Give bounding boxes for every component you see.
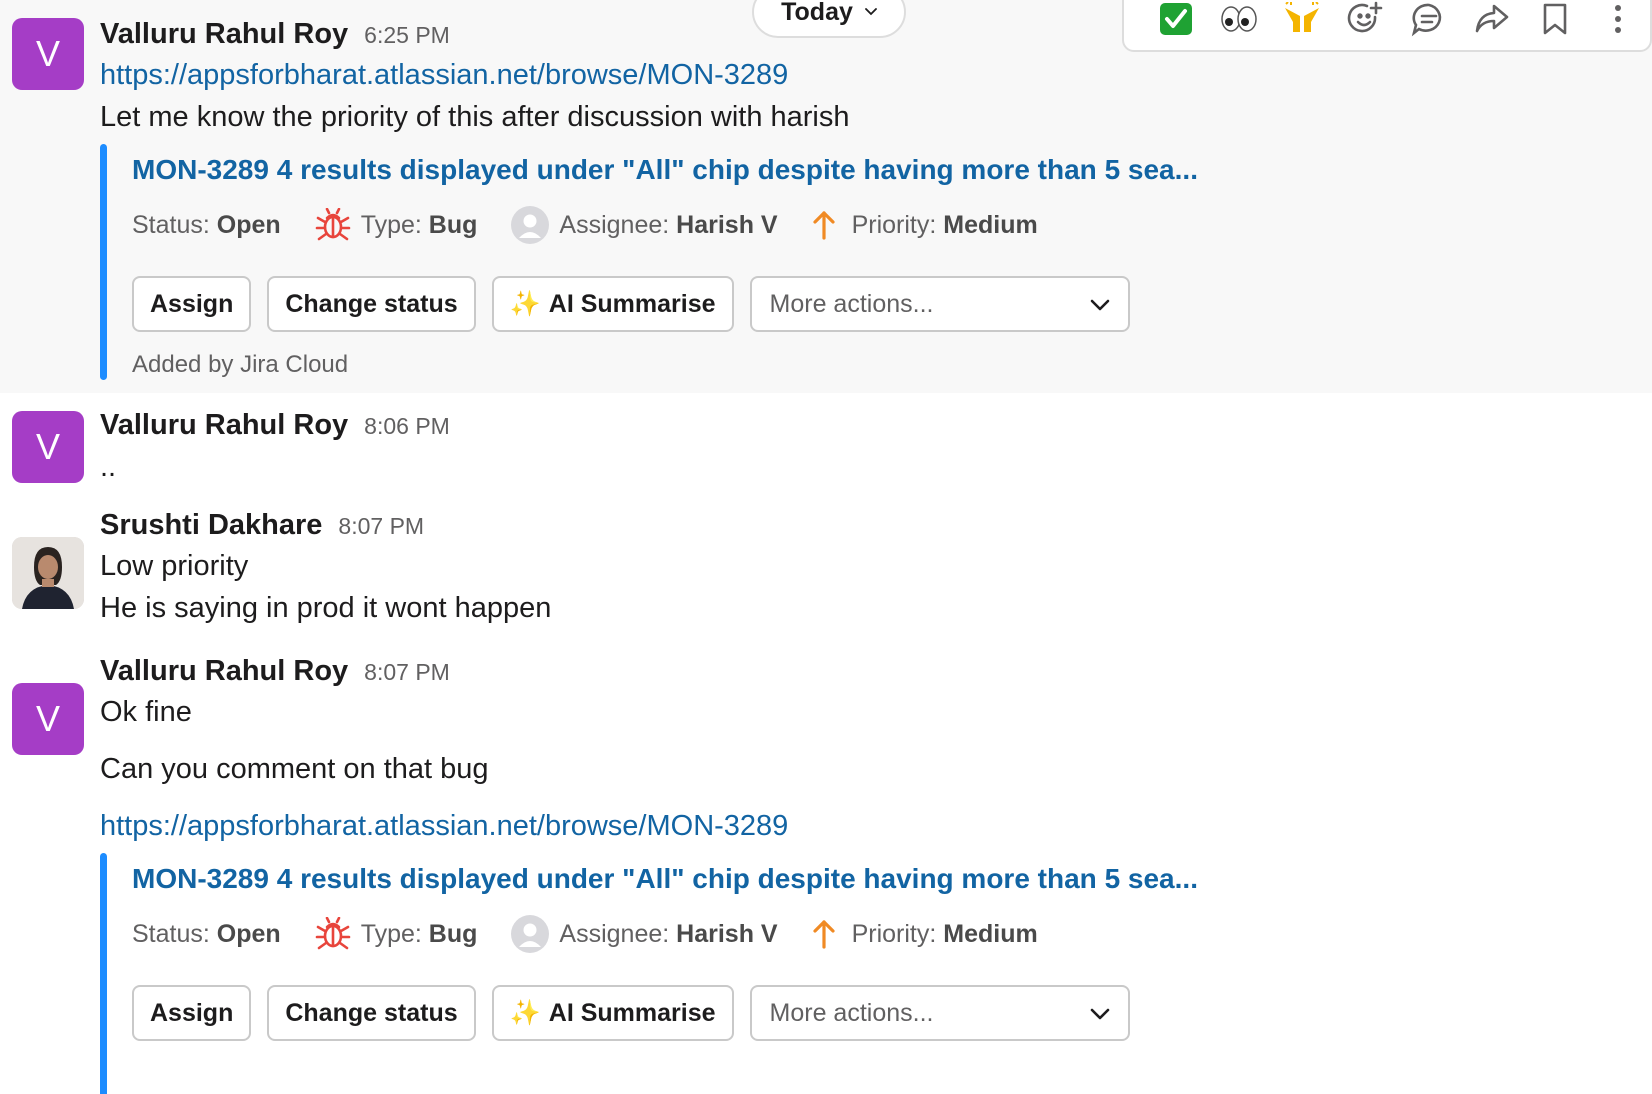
message-header: Srushti Dakhare 8:07 PM	[100, 509, 424, 542]
ai-summarise-button[interactable]: ✨ AI Summarise	[491, 985, 734, 1041]
issue-fields: Status: Open Type: Bug Assignee: Harish …	[132, 206, 1072, 244]
jira-link[interactable]: https://appsforbharat.atlassian.net/brow…	[100, 810, 788, 843]
card-accent-bar	[100, 144, 107, 380]
sparkles-icon: ✨	[509, 289, 541, 318]
timestamp[interactable]: 8:07 PM	[338, 513, 424, 540]
avatar[interactable]: V	[12, 18, 84, 90]
chevron-down-icon	[1090, 999, 1110, 1028]
chevron-down-icon	[864, 8, 877, 16]
ai-summarise-button[interactable]: ✨ AI Summarise	[491, 276, 734, 332]
assignee-label: Assignee:	[559, 919, 670, 948]
message-text: Let me know the priority of this after d…	[100, 101, 850, 133]
sender-name[interactable]: Valluru Rahul Roy	[100, 409, 348, 442]
status-value: Open	[216, 919, 281, 948]
priority-up-arrow-icon	[812, 918, 836, 950]
status-field: Status: Open	[132, 920, 281, 949]
message-text: Low priority	[100, 550, 249, 582]
message-3[interactable]: Srushti Dakhare 8:07 PM Low priority He …	[0, 497, 1652, 653]
type-label: Type:	[360, 919, 422, 948]
message-1[interactable]: V Valluru Rahul Roy 6:25 PM https://apps…	[0, 0, 1652, 393]
jira-issue-title[interactable]: MON-3289 4 results displayed under "All"…	[132, 154, 1198, 186]
priority-field: Priority: Medium	[812, 918, 1038, 950]
card-actions: Assign Change status ✨ AI Summarise More…	[132, 985, 1130, 1041]
message-header: Valluru Rahul Roy 8:07 PM	[100, 655, 450, 688]
message-text: He is saying in prod it wont happen	[100, 592, 552, 624]
assignee-value: Harish V	[676, 919, 778, 948]
ai-summarise-label: AI Summarise	[548, 289, 716, 318]
type-label: Type:	[360, 210, 422, 239]
sparkles-icon: ✨	[509, 998, 541, 1027]
message-text: Can you comment on that bug	[100, 753, 489, 785]
bug-icon	[315, 917, 351, 951]
sender-name[interactable]: Valluru Rahul Roy	[100, 18, 348, 51]
change-status-button[interactable]: Change status	[267, 985, 476, 1041]
status-field: Status: Open	[132, 211, 281, 240]
message-text: Ok fine	[100, 696, 192, 728]
sender-name[interactable]: Srushti Dakhare	[100, 509, 322, 542]
forward-icon[interactable]	[1460, 0, 1523, 44]
timestamp[interactable]: 8:07 PM	[364, 659, 450, 686]
type-value: Bug	[428, 210, 478, 239]
message-text: ..	[100, 451, 117, 483]
priority-label: Priority:	[851, 919, 937, 948]
assignee-value: Harish V	[676, 210, 778, 239]
chevron-down-icon	[1090, 290, 1110, 319]
status-label: Status:	[132, 919, 210, 948]
avatar[interactable]	[12, 537, 84, 609]
add-reaction-icon[interactable]	[1334, 0, 1397, 44]
date-divider-today[interactable]: Today	[752, 0, 906, 38]
assign-button[interactable]: Assign	[132, 276, 252, 332]
more-icon[interactable]	[1587, 0, 1650, 44]
user-avatar-icon	[511, 915, 550, 953]
priority-label: Priority:	[851, 210, 937, 239]
white-check-mark-icon[interactable]	[1144, 0, 1207, 44]
date-label: Today	[781, 0, 853, 26]
user-avatar-icon	[511, 206, 550, 244]
bookmark-icon[interactable]	[1524, 0, 1587, 44]
card-actions: Assign Change status ✨ AI Summarise More…	[132, 276, 1130, 332]
assignee-field: Assignee: Harish V	[511, 206, 778, 244]
assign-button[interactable]: Assign	[132, 985, 252, 1041]
bug-icon	[315, 208, 351, 242]
message-header: Valluru Rahul Roy 8:06 PM	[100, 409, 450, 442]
priority-value: Medium	[943, 210, 1038, 239]
timestamp[interactable]: 6:25 PM	[364, 22, 450, 49]
message-2[interactable]: V Valluru Rahul Roy 8:06 PM ..	[0, 393, 1652, 497]
reply-in-thread-icon[interactable]	[1397, 0, 1460, 44]
profile-photo-icon	[12, 537, 84, 609]
more-actions-label: More actions...	[769, 998, 934, 1027]
assignee-field: Assignee: Harish V	[511, 915, 778, 953]
assignee-label: Assignee:	[559, 210, 670, 239]
sender-name[interactable]: Valluru Rahul Roy	[100, 655, 348, 688]
message-hover-toolbar	[1122, 0, 1652, 52]
more-actions-label: More actions...	[769, 289, 934, 318]
message-4[interactable]: V Valluru Rahul Roy 8:07 PM Ok fine Can …	[0, 653, 1652, 1094]
status-value: Open	[216, 210, 281, 239]
priority-value: Medium	[943, 919, 1038, 948]
jira-issue-title[interactable]: MON-3289 4 results displayed under "All"…	[132, 863, 1198, 895]
type-field: Type: Bug	[315, 917, 478, 951]
added-by-note: Added by Jira Cloud	[132, 351, 349, 378]
ai-summarise-label: AI Summarise	[548, 998, 716, 1027]
eyes-icon[interactable]	[1207, 0, 1270, 44]
jira-link[interactable]: https://appsforbharat.atlassian.net/brow…	[100, 59, 788, 92]
type-field: Type: Bug	[315, 208, 478, 242]
status-label: Status:	[132, 210, 210, 239]
card-accent-bar	[100, 853, 107, 1094]
avatar[interactable]: V	[12, 683, 84, 755]
priority-field: Priority: Medium	[812, 209, 1038, 241]
issue-fields: Status: Open Type: Bug Assignee: Harish …	[132, 915, 1072, 953]
more-actions-select[interactable]: More actions...	[749, 985, 1130, 1041]
priority-up-arrow-icon	[812, 209, 836, 241]
message-header: Valluru Rahul Roy 6:25 PM	[100, 18, 450, 51]
change-status-button[interactable]: Change status	[267, 276, 476, 332]
raised-hands-icon[interactable]	[1271, 0, 1334, 44]
jira-unfurl-card: MON-3289 4 results displayed under "All"…	[100, 853, 1200, 1094]
more-actions-select[interactable]: More actions...	[749, 276, 1130, 332]
jira-unfurl-card: MON-3289 4 results displayed under "All"…	[100, 144, 1200, 380]
timestamp[interactable]: 8:06 PM	[364, 413, 450, 440]
type-value: Bug	[428, 919, 478, 948]
avatar[interactable]: V	[12, 411, 84, 483]
